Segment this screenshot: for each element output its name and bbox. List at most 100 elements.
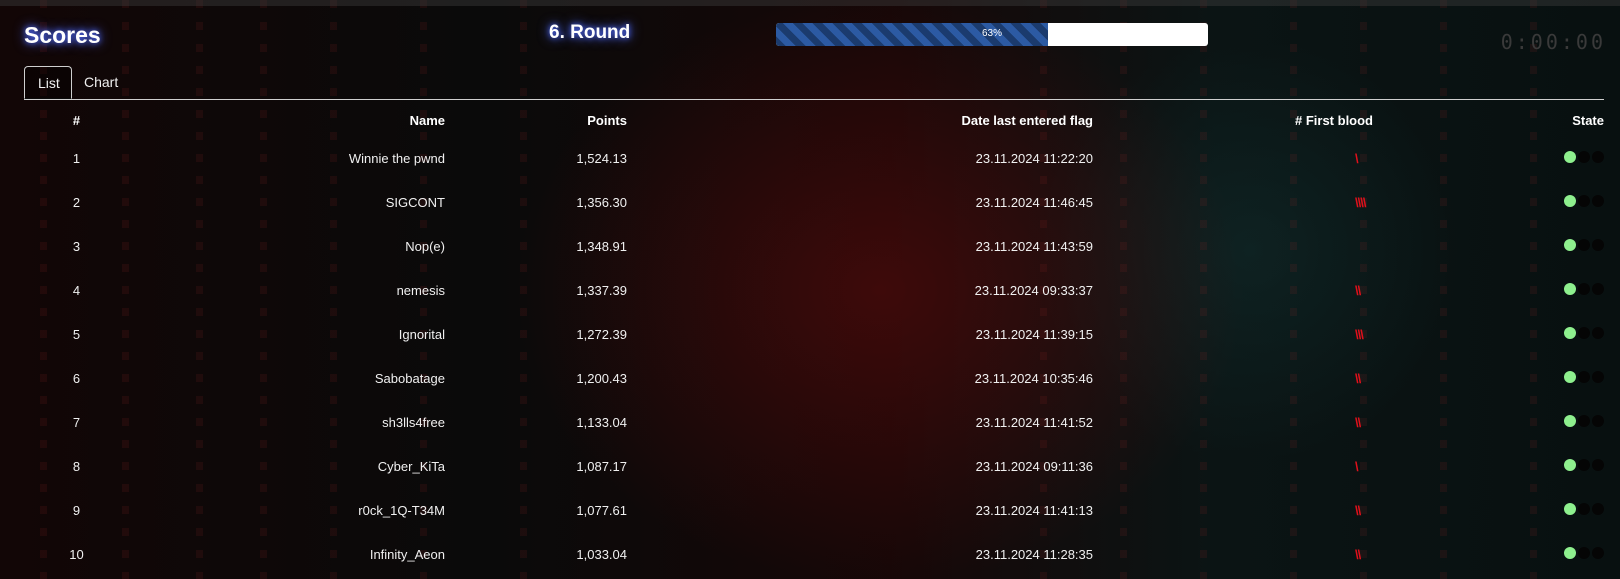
first-blood-marks: \\\ (1355, 326, 1364, 342)
row-state-cell (1373, 488, 1604, 532)
row-state-cell (1373, 400, 1604, 444)
row-team-name: Ignorital (398, 326, 445, 342)
round-indicator: 6. Round (549, 22, 631, 43)
row-team-name: Infinity_Aeon (369, 546, 445, 562)
state-indicators (1564, 502, 1604, 515)
row-last-flag-date: 23.11.2024 11:28:35 (975, 546, 1093, 562)
row-rank: 4 (72, 282, 81, 298)
first-blood-marks: \\ (1355, 502, 1361, 518)
row-points: 1,337.39 (576, 282, 627, 298)
row-last-flag-date: 23.11.2024 11:46:45 (975, 194, 1093, 210)
row-rank: 5 (72, 326, 81, 342)
state-extra-dot (1592, 546, 1604, 559)
row-team-name: sh3lls4free (382, 414, 445, 430)
row-state-cell (1373, 444, 1604, 488)
state-online-dot (1564, 370, 1576, 383)
state-extra-dot (1578, 414, 1590, 427)
state-extra-dot (1592, 150, 1604, 163)
row-first-blood-cell (1093, 224, 1373, 268)
row-first-blood-cell: \\ (1093, 532, 1373, 576)
row-rank: 3 (72, 238, 81, 254)
row-last-flag-date: 23.11.2024 09:11:36 (975, 458, 1093, 474)
state-online-dot (1564, 458, 1576, 471)
state-indicators (1564, 414, 1604, 427)
table-header-row: # Name Points Date last entered flag # F… (24, 104, 1604, 136)
row-team-name: r0ck_1Q-T34M (358, 502, 445, 518)
column-header-state: State (1572, 112, 1604, 128)
row-rank: 10 (69, 546, 84, 562)
countdown-timer: 0:00:00 (1500, 30, 1606, 54)
top-bar (0, 0, 1620, 6)
tab-list[interactable]: List (24, 66, 72, 99)
state-extra-dot (1578, 238, 1590, 251)
row-points: 1,356.30 (576, 194, 627, 210)
row-points: 1,077.61 (576, 502, 627, 518)
row-last-flag-date: 23.11.2024 11:41:52 (975, 414, 1093, 430)
row-points: 1,524.13 (576, 150, 627, 166)
row-last-flag-date: 23.11.2024 11:39:15 (975, 326, 1093, 342)
row-first-blood-cell: \\ (1093, 488, 1373, 532)
row-points: 1,087.17 (576, 458, 627, 474)
state-indicators (1564, 150, 1604, 163)
row-last-flag-date: 23.11.2024 11:22:20 (975, 150, 1093, 166)
row-state-cell (1373, 180, 1604, 224)
row-rank: 7 (72, 414, 81, 430)
state-extra-dot (1592, 238, 1604, 251)
table-row: 10 Infinity_Aeon 1,033.04 23.11.2024 11:28:… (24, 532, 1604, 576)
first-blood-marks: \\\\ (1355, 194, 1366, 210)
row-last-flag-date: 23.11.2024 11:41:13 (975, 502, 1093, 518)
row-rank: 2 (72, 194, 81, 210)
row-first-blood-cell: \\\\ (1093, 180, 1373, 224)
tab-chart[interactable]: Chart (72, 66, 130, 99)
state-extra-dot (1592, 414, 1604, 427)
row-state-cell (1373, 224, 1604, 268)
state-extra-dot (1578, 502, 1590, 515)
first-blood-marks: \ (1355, 458, 1359, 474)
row-rank: 1 (72, 150, 81, 166)
row-team-name: Winnie the pwnd (348, 150, 445, 166)
state-extra-dot (1592, 502, 1604, 515)
state-online-dot (1564, 414, 1576, 427)
table-row: 8 Cyber_KiTa 1,087.17 23.11.2024 09:11:36 \ (24, 444, 1604, 488)
row-first-blood-cell: \ (1093, 136, 1373, 180)
table-row: 1 Winnie the pwnd 1,524.13 23.11.2024 11:22… (24, 136, 1604, 180)
row-first-blood-cell: \\ (1093, 268, 1373, 312)
state-extra-dot (1578, 150, 1590, 163)
round-progress-bar: 63% (776, 23, 1208, 46)
page-title: Scores (24, 22, 101, 48)
first-blood-marks: \\ (1355, 282, 1361, 298)
row-points: 1,200.43 (576, 370, 627, 386)
state-indicators (1564, 326, 1604, 339)
row-team-name: nemesis (396, 282, 445, 298)
row-last-flag-date: 23.11.2024 10:35:46 (974, 370, 1093, 386)
first-blood-marks: \ (1355, 150, 1359, 166)
column-header-rank: # (72, 112, 81, 128)
table-row: 3 Nop(e) 1,348.91 23.11.2024 11:43:59 (24, 224, 1604, 268)
state-extra-dot (1592, 282, 1604, 295)
state-extra-dot (1592, 370, 1604, 383)
column-header-first-blood: # First blood (1295, 112, 1373, 128)
column-header-date: Date last entered flag (961, 112, 1094, 128)
state-extra-dot (1578, 458, 1590, 471)
state-indicators (1564, 546, 1604, 559)
table-row: 6 Sabobatage 1,200.43 23.11.2024 10:35:46 \\ (24, 356, 1604, 400)
row-state-cell (1373, 268, 1604, 312)
row-first-blood-cell: \\ (1093, 400, 1373, 444)
row-points: 1,133.04 (576, 414, 627, 430)
row-points: 1,272.39 (576, 326, 627, 342)
scoreboard-table: # Name Points Date last entered flag # F… (24, 104, 1604, 576)
row-last-flag-date: 23.11.2024 11:43:59 (975, 238, 1093, 254)
state-indicators (1564, 458, 1604, 471)
state-indicators (1564, 238, 1604, 251)
state-indicators (1564, 282, 1604, 295)
column-header-name: Name (409, 112, 445, 128)
state-online-dot (1564, 150, 1576, 163)
first-blood-marks: \\ (1355, 414, 1361, 430)
row-points: 1,348.91 (576, 238, 627, 254)
state-online-dot (1564, 238, 1576, 251)
state-extra-dot (1578, 546, 1590, 559)
state-extra-dot (1592, 326, 1604, 339)
view-tabs: List Chart (24, 66, 1604, 100)
state-online-dot (1564, 194, 1576, 207)
row-rank: 9 (72, 502, 81, 518)
